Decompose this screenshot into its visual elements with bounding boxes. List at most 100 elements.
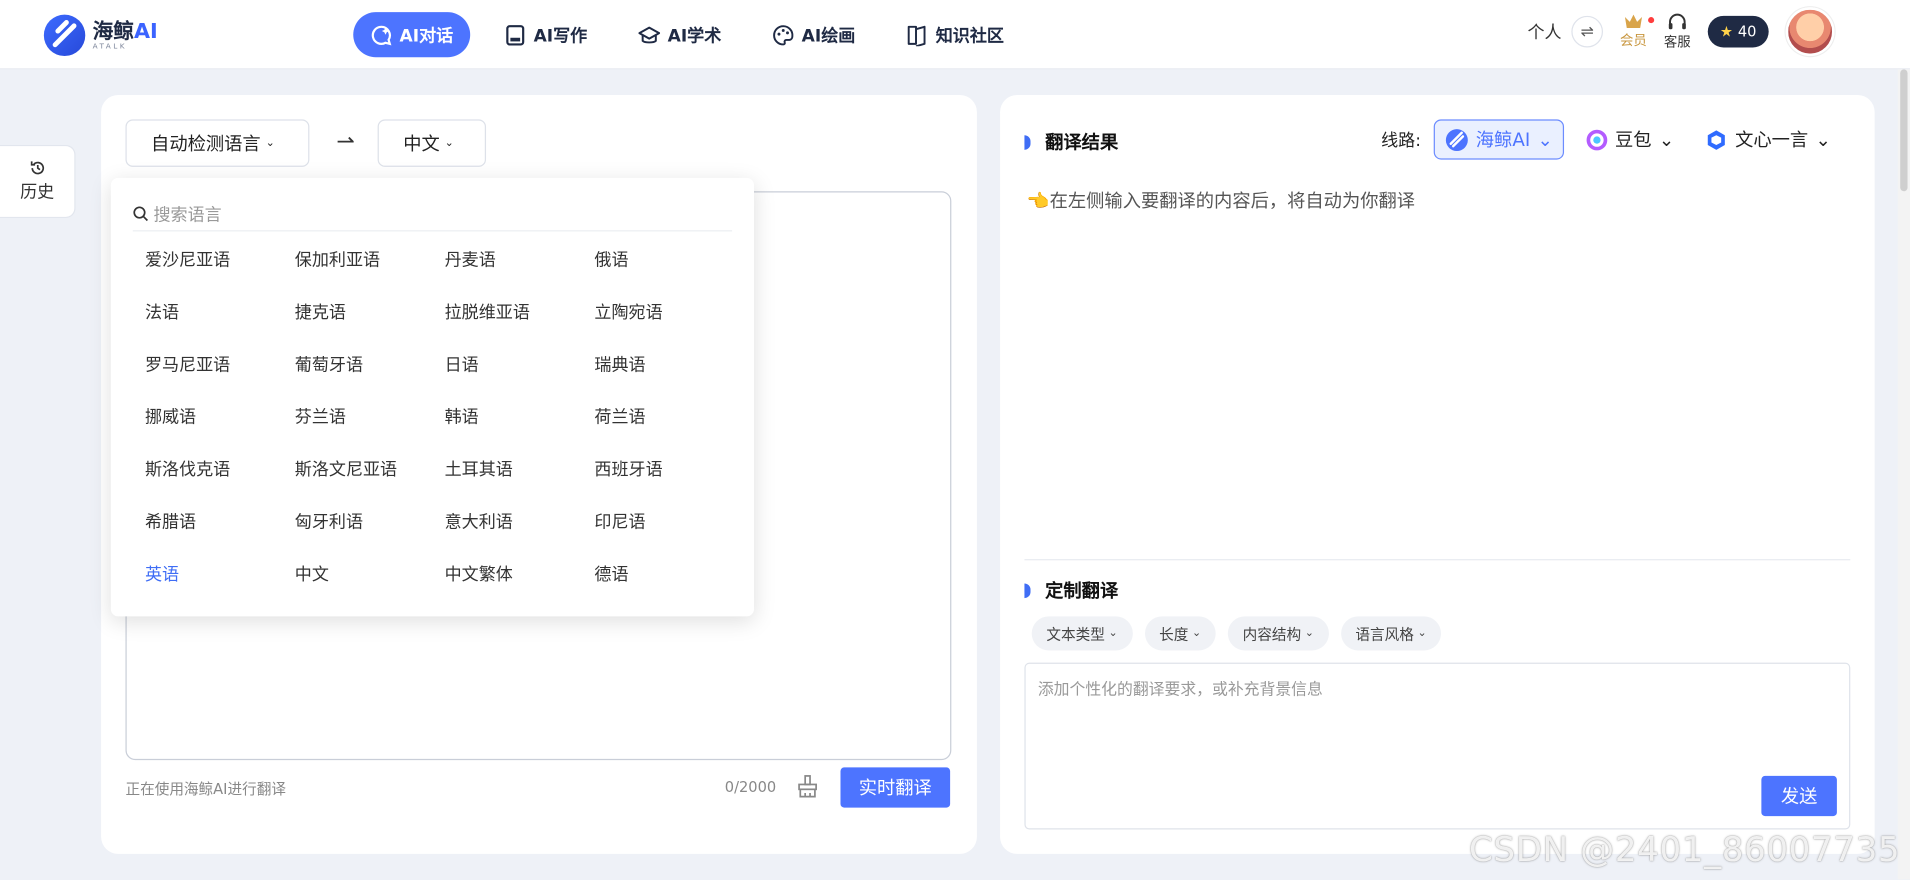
language-option[interactable]: 印尼语 <box>594 495 744 547</box>
model-doubao-button[interactable]: 豆包 ⌄ <box>1576 119 1684 159</box>
language-option[interactable]: 斯洛文尼亚语 <box>295 442 445 494</box>
custom-requirements-input[interactable]: 添加个性化的翻译要求，或补充背景信息 发送 <box>1024 662 1851 830</box>
points-value: 40 <box>1737 23 1757 41</box>
chip-style[interactable]: 语言风格 ⌄ <box>1340 616 1442 651</box>
model-haijing-button[interactable]: 海鲸AI ⌄ <box>1433 119 1564 160</box>
language-option[interactable]: 捷克语 <box>295 285 445 337</box>
nav-ai-academic[interactable]: AI学术 <box>621 12 738 57</box>
language-dropdown: 搜索语言 爱沙尼亚语 保加利亚语 丹麦语 俄语法语 捷克语 拉脱维亚语 立陶宛语罗马尼亚语葡… <box>110 177 755 617</box>
language-option[interactable]: 丹麦语 <box>445 233 595 285</box>
crown-icon <box>1624 14 1642 29</box>
chip-length[interactable]: 长度 ⌄ <box>1144 616 1216 651</box>
personal-switch[interactable]: 个人 ⇌ <box>1527 15 1603 48</box>
brand-ai: AI <box>133 18 158 44</box>
language-option[interactable]: 俄语 <box>594 233 744 285</box>
chevron-down-icon: ⌄ <box>1658 128 1675 151</box>
points-badge[interactable]: ★ 40 <box>1707 15 1769 48</box>
language-option[interactable]: 罗马尼亚语 <box>145 337 295 389</box>
custom-chips: 文本类型 ⌄ 长度 ⌄ 内容结构 ⌄ 语言风格 ⌄ <box>1031 616 1442 651</box>
nav-label: AI绘画 <box>801 26 856 46</box>
language-option[interactable]: 爱沙尼亚语 <box>145 233 295 285</box>
user-avatar[interactable] <box>1785 7 1835 57</box>
chevron-down-icon: ⌄ <box>1537 128 1553 151</box>
service-label: 客服 <box>1663 33 1691 50</box>
language-search-input[interactable]: 搜索语言 <box>132 197 733 232</box>
palette-icon <box>772 24 794 46</box>
swap-arrows-icon[interactable]: ⇌ <box>1571 15 1603 48</box>
language-option[interactable]: 保加利亚语 <box>295 233 445 285</box>
scrollbar-thumb[interactable] <box>1900 69 1908 192</box>
send-button[interactable]: 发送 <box>1761 775 1837 817</box>
app-root: 海鲸AI ATALK AI对话 AI写作 AI学术 AI绘画 知识社区 个人 ⇌… <box>0 0 1910 880</box>
target-language-value: 中文 <box>403 132 440 155</box>
language-option[interactable]: 斯洛伐克语 <box>145 442 295 494</box>
nav-label: AI学术 <box>667 26 722 46</box>
chevron-down-icon: ⌄ <box>1192 627 1202 640</box>
language-option[interactable]: 中文繁体 <box>445 547 595 599</box>
headset-icon <box>1668 13 1686 29</box>
chip-text-type[interactable]: 文本类型 ⌄ <box>1031 616 1133 651</box>
realtime-translate-button[interactable]: 实时翻译 <box>840 767 951 808</box>
history-label: 历史 <box>20 182 55 203</box>
direction-arrow-icon[interactable]: ⇀ <box>336 129 354 155</box>
chevron-down-icon: ⌄ <box>1108 627 1118 640</box>
language-option[interactable]: 德语 <box>594 547 744 599</box>
chip-label: 文本类型 <box>1046 625 1105 643</box>
brand-name: 海鲸 <box>92 18 134 44</box>
source-language-value: 自动检测语言 <box>151 132 261 155</box>
chevron-down-icon: ⌄ <box>1815 128 1831 151</box>
history-tab[interactable]: 历史 <box>0 144 76 219</box>
source-language-select[interactable]: 自动检测语言 ⌄ <box>125 119 310 167</box>
nav-label: AI写作 <box>533 26 588 46</box>
nav-ai-writing[interactable]: AI写作 <box>487 12 604 57</box>
language-option[interactable]: 瑞典语 <box>594 337 744 389</box>
language-option[interactable]: 芬兰语 <box>295 390 445 442</box>
language-option[interactable]: 挪威语 <box>145 390 295 442</box>
vip-button[interactable]: 会员 <box>1620 13 1655 50</box>
notification-dot <box>1648 17 1655 24</box>
model-usage-text: 正在使用海鲸AI进行翻译 <box>125 780 286 798</box>
language-option[interactable]: 意大利语 <box>445 495 595 547</box>
route-selector: 线路: 海鲸AI ⌄ 豆包 ⌄ 文心一言 ⌄ <box>1381 119 1840 160</box>
nav-ai-chat[interactable]: AI对话 <box>353 12 471 58</box>
graduation-cap-icon <box>638 24 661 46</box>
language-option[interactable]: 立陶宛语 <box>594 285 744 337</box>
model-label: 豆包 <box>1614 129 1652 152</box>
nav-label: 知识社区 <box>935 26 1004 46</box>
personal-label: 个人 <box>1527 23 1562 43</box>
vip-label: 会员 <box>1620 32 1647 49</box>
language-option[interactable]: 英语 <box>145 547 295 599</box>
language-option[interactable]: 西班牙语 <box>594 442 744 494</box>
result-panel: 翻译结果 线路: 海鲸AI ⌄ 豆包 ⌄ 文心一言 ⌄ 👈在左侧输入要翻译的内容… <box>1000 95 1875 854</box>
logo[interactable]: 海鲸AI ATALK <box>43 14 158 57</box>
star-icon: ★ <box>1719 23 1734 41</box>
chip-structure[interactable]: 内容结构 ⌄ <box>1227 616 1329 651</box>
target-language-select[interactable]: 中文 ⌄ <box>377 119 487 167</box>
language-option[interactable]: 匈牙利语 <box>295 495 445 547</box>
model-label: 海鲸AI <box>1475 129 1531 152</box>
search-placeholder: 搜索语言 <box>153 205 222 225</box>
language-option[interactable]: 中文 <box>295 547 445 599</box>
page-scrollbar[interactable] <box>1897 69 1910 880</box>
model-wenxin-button[interactable]: 文心一言 ⌄ <box>1696 119 1840 159</box>
language-option[interactable]: 韩语 <box>445 390 595 442</box>
customer-service-button[interactable]: 客服 <box>1664 13 1691 51</box>
language-option[interactable]: 荷兰语 <box>594 390 744 442</box>
nav-ai-drawing[interactable]: AI绘画 <box>755 12 872 57</box>
language-option[interactable]: 拉脱维亚语 <box>445 285 595 337</box>
search-icon <box>133 206 148 222</box>
chevron-down-icon: ⌄ <box>444 137 454 150</box>
language-option[interactable]: 希腊语 <box>145 495 295 547</box>
nav-label: AI对话 <box>399 26 454 46</box>
whale-logo-icon <box>1445 128 1468 151</box>
language-option[interactable]: 土耳其语 <box>445 442 595 494</box>
section-marker <box>1024 134 1031 150</box>
nav-knowledge-community[interactable]: 知识社区 <box>889 12 1021 57</box>
chat-icon <box>370 24 392 46</box>
language-option[interactable]: 葡萄牙语 <box>295 337 445 389</box>
char-count: 0/2000 <box>724 778 777 796</box>
clear-brush-icon[interactable] <box>797 775 819 799</box>
language-option[interactable]: 法语 <box>145 285 295 337</box>
main-nav: AI对话 AI写作 AI学术 AI绘画 知识社区 <box>353 12 1021 58</box>
language-option[interactable]: 日语 <box>445 337 595 389</box>
